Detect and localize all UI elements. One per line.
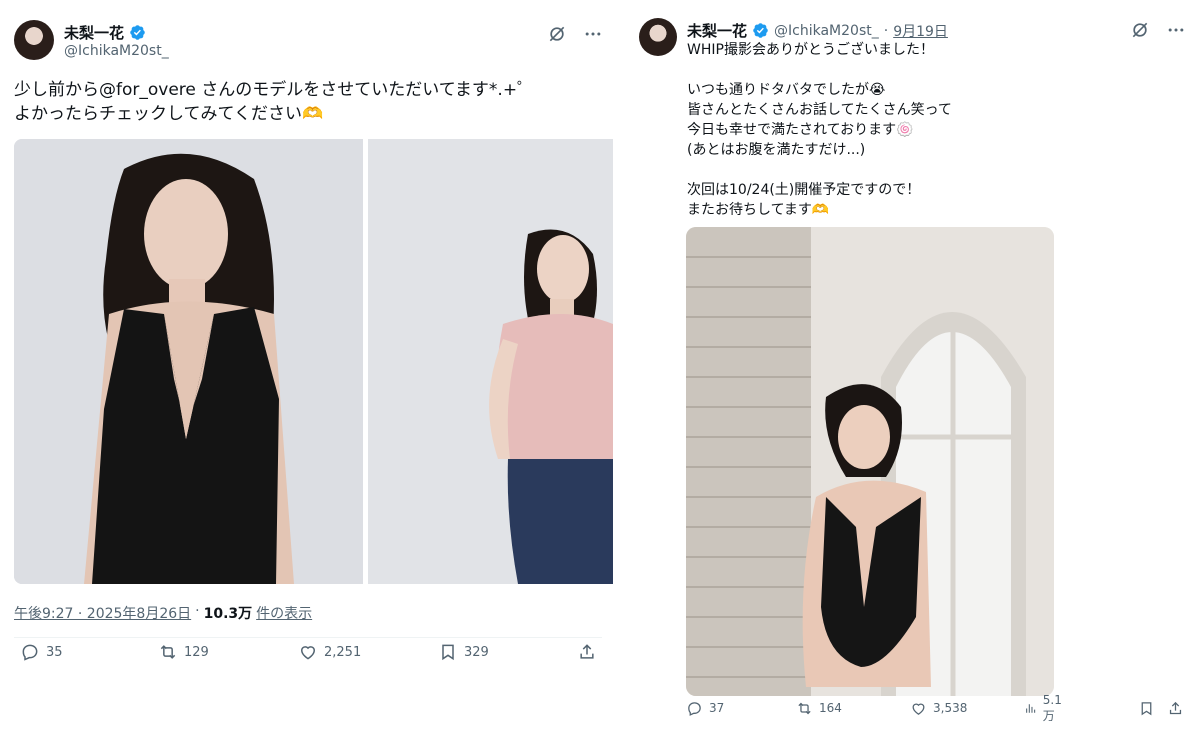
photo-illustration — [14, 139, 363, 584]
like-icon — [912, 703, 925, 715]
verified-icon — [130, 25, 145, 40]
meta-separator: · — [195, 603, 200, 619]
tweet-text-line: いつも通りドタバタでしたが😭 — [687, 82, 886, 98]
tweet-text-line: またお待ちしてます🫶 — [687, 202, 830, 218]
reply-button[interactable]: 37 — [686, 700, 724, 717]
tweet-text: WHIP撮影会ありがとうございました！ いつも通りドタバタでしたが😭 皆さんとた… — [687, 40, 1187, 220]
reply-icon — [688, 701, 701, 716]
divider — [14, 637, 602, 638]
bookmark-icon — [1141, 701, 1152, 715]
like-icon — [300, 646, 316, 660]
author-name-row: 未梨一花 @IchikaM20st_ · 9月19日 — [687, 20, 948, 41]
views-icon — [1026, 703, 1036, 713]
tweet-right: 未梨一花 @IchikaM20st_ · 9月19日 WHIP撮影会ありがとうご… — [623, 0, 1200, 742]
like-count: 3,538 — [933, 701, 968, 715]
share-icon — [580, 644, 594, 659]
share-button[interactable] — [577, 642, 597, 662]
column-gap — [613, 0, 623, 742]
reply-count: 37 — [709, 701, 725, 715]
views-count: 10.3万 — [203, 606, 253, 622]
author-name-row: 未梨一花 — [64, 22, 146, 43]
avatar[interactable] — [14, 20, 54, 60]
views-count: 5.1万 — [1042, 692, 1062, 723]
tweet-text-line: (あとはお腹を満たすだけ...) — [687, 142, 866, 158]
tweet-text-line: よかったらチェックしてみてください🫶 — [14, 104, 324, 124]
views-label[interactable]: 件の表示 — [256, 603, 312, 623]
share-button[interactable] — [1167, 700, 1184, 717]
handle[interactable]: @IchikaM20st_ — [64, 43, 169, 59]
photo-illustration — [368, 139, 613, 584]
bookmark-icon — [442, 644, 454, 661]
tweet-text-line: WHIP撮影会ありがとうございました！ — [687, 42, 934, 58]
verified-icon — [753, 23, 768, 38]
retweet-button[interactable]: 164 — [796, 700, 842, 717]
tweet-text-line: 皆さんとたくさんお話してたくさん笑って — [687, 102, 952, 118]
tweet-photo[interactable] — [686, 227, 1054, 696]
avatar[interactable] — [639, 18, 677, 56]
timestamp-link[interactable]: 午後9:27 · 2025年8月26日 — [14, 603, 191, 623]
like-button[interactable]: 3,538 — [910, 700, 967, 717]
retweet-count: 129 — [184, 644, 209, 660]
tweet-text-line: 少し前から@for_overe さんのモデルをさせていただいてます*.+゜ — [14, 80, 535, 100]
handle[interactable]: @IchikaM20st_ — [774, 23, 879, 39]
tweet-left: 未梨一花 @IchikaM20st_ 少し前から@for_overe さんのモデ… — [0, 0, 613, 742]
tweet-text-line: 次回は10/24(土)開催予定ですので！ — [687, 182, 921, 198]
tweet-photo[interactable] — [14, 139, 363, 584]
like-button[interactable]: 2,251 — [298, 642, 361, 662]
retweet-icon — [798, 702, 811, 714]
timestamp-link[interactable]: 9月19日 — [893, 21, 948, 41]
more-icon[interactable] — [583, 24, 603, 44]
reply-icon — [22, 644, 38, 661]
retweet-count: 164 — [819, 701, 842, 715]
photo-illustration — [686, 227, 1054, 696]
tweet-photo[interactable] — [368, 139, 613, 584]
tweet-text-line: 今日も幸せで満たされております🍥 — [687, 122, 914, 138]
like-count: 2,251 — [324, 644, 362, 660]
retweet-icon — [160, 645, 176, 659]
grok-icon[interactable] — [547, 24, 567, 44]
reply-button[interactable]: 35 — [20, 642, 63, 662]
meta-separator: · — [883, 22, 889, 39]
reply-count: 35 — [46, 644, 63, 660]
bookmark-button[interactable]: 329 — [438, 642, 489, 662]
share-icon — [1169, 701, 1182, 714]
top-actions — [547, 24, 603, 44]
display-name[interactable]: 未梨一花 — [687, 20, 747, 41]
retweet-button[interactable]: 129 — [158, 642, 209, 662]
tweet-meta: 午後9:27 · 2025年8月26日 · 10.3万 件の表示 — [14, 603, 312, 623]
more-icon[interactable] — [1166, 20, 1186, 40]
tweet-text: 少し前から@for_overe さんのモデルをさせていただいてます*.+゜ よか… — [14, 78, 604, 126]
bookmark-button[interactable] — [1138, 700, 1155, 717]
views-button[interactable]: 5.1万 — [1024, 693, 1066, 724]
top-actions — [1130, 20, 1186, 40]
grok-icon[interactable] — [1130, 20, 1150, 40]
bookmark-count: 329 — [464, 644, 489, 660]
display-name[interactable]: 未梨一花 — [64, 22, 124, 43]
